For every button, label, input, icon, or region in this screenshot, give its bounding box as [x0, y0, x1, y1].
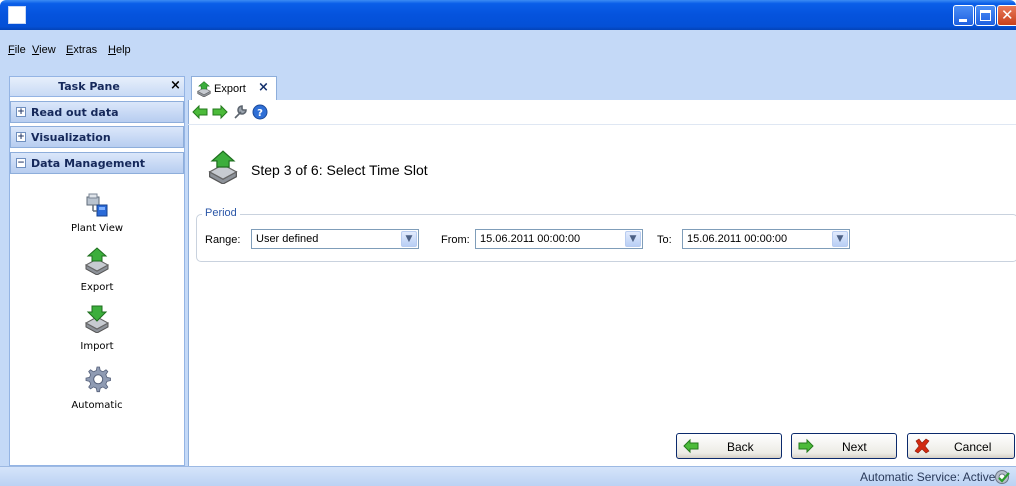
menu-view[interactable]: View — [32, 44, 56, 56]
tab-export[interactable]: Export × — [191, 76, 277, 100]
collapse-icon: − — [16, 158, 26, 168]
next-button[interactable]: Next — [791, 433, 897, 459]
export-icon — [208, 150, 238, 184]
gear-icon — [85, 366, 111, 393]
section-read-out-data[interactable]: + Read out data — [10, 101, 184, 123]
close-window-button[interactable]: ✕ — [997, 5, 1016, 26]
nav-item-import[interactable]: Import — [10, 305, 184, 352]
task-pane-title: Task Pane — [58, 80, 120, 93]
menu-bar: File View Extras Help — [0, 30, 1016, 72]
task-pane-header: Task Pane × — [10, 77, 184, 97]
to-value: 15.06.2011 00:00:00 — [687, 233, 788, 245]
section-label: Data Management — [31, 157, 146, 170]
minimize-button[interactable] — [953, 5, 974, 26]
plant-view-icon — [86, 193, 108, 217]
export-wizard-panel — [188, 100, 1016, 466]
range-select[interactable]: User defined ▼ — [251, 229, 419, 249]
chevron-down-icon[interactable]: ▼ — [832, 231, 848, 247]
range-label: Range: — [205, 234, 241, 246]
nav-label: Import — [80, 341, 114, 352]
tab-close-button[interactable]: × — [258, 80, 269, 95]
section-label: Visualization — [31, 131, 111, 144]
nav-label: Plant View — [70, 223, 124, 234]
range-value: User defined — [256, 233, 319, 245]
nav-item-export[interactable]: Export — [10, 247, 184, 293]
section-visualization[interactable]: + Visualization — [10, 126, 184, 148]
cancel-button[interactable]: Cancel — [907, 433, 1015, 459]
help-icon[interactable]: ? — [252, 104, 268, 120]
service-status: Automatic Service: Active — [860, 470, 996, 484]
nav-label: Export — [80, 282, 114, 293]
section-data-management[interactable]: − Data Management — [10, 152, 184, 174]
export-icon — [84, 247, 110, 275]
to-datetime-picker[interactable]: 15.06.2011 00:00:00 ▼ — [682, 229, 850, 249]
close-icon: ✕ — [1001, 6, 1014, 24]
toolbar: ? — [192, 104, 312, 122]
back-button-label: Back — [727, 440, 754, 454]
menu-extras[interactable]: Extras — [66, 44, 97, 56]
export-icon — [197, 81, 211, 97]
task-pane-close-button[interactable]: × — [170, 78, 181, 93]
import-icon — [84, 305, 110, 333]
menu-help[interactable]: Help — [108, 44, 131, 56]
back-arrow-icon — [683, 438, 699, 454]
expand-icon: + — [16, 107, 26, 117]
section-label: Read out data — [31, 106, 119, 119]
menu-file[interactable]: File — [8, 44, 26, 56]
task-pane: Task Pane × + Read out data + Visualizat… — [9, 76, 185, 466]
next-button-label: Next — [842, 440, 867, 454]
cancel-x-icon — [914, 438, 930, 454]
from-label: From: — [441, 234, 470, 246]
step-title: Step 3 of 6: Select Time Slot — [251, 162, 428, 178]
chevron-down-icon[interactable]: ▼ — [625, 231, 641, 247]
chevron-down-icon[interactable]: ▼ — [401, 231, 417, 247]
back-button[interactable]: Back — [676, 433, 782, 459]
toolbar-divider — [188, 124, 1016, 125]
from-datetime-picker[interactable]: 15.06.2011 00:00:00 ▼ — [475, 229, 643, 249]
forward-arrow-icon — [798, 438, 814, 454]
to-label: To: — [657, 234, 672, 246]
svg-text:?: ? — [257, 108, 263, 119]
nav-label: Automatic — [71, 400, 123, 411]
back-arrow-icon[interactable] — [192, 104, 208, 120]
maximize-icon — [980, 10, 991, 21]
status-bar: Automatic Service: Active — [0, 466, 1016, 486]
tab-strip — [188, 74, 1016, 98]
period-group-label: Period — [202, 207, 240, 219]
app-icon — [8, 6, 26, 24]
nav-item-automatic[interactable]: Automatic — [10, 365, 184, 411]
tab-label: Export — [214, 83, 246, 95]
nav-item-plant-view[interactable]: Plant View — [10, 191, 184, 234]
service-active-icon — [995, 470, 1010, 484]
expand-icon: + — [16, 132, 26, 142]
maximize-button[interactable] — [975, 5, 996, 26]
title-bar: ✕ — [0, 0, 1016, 30]
minimize-icon — [959, 19, 967, 22]
wrench-icon[interactable] — [232, 104, 248, 120]
from-value: 15.06.2011 00:00:00 — [480, 233, 581, 245]
forward-arrow-icon[interactable] — [212, 104, 228, 120]
cancel-button-label: Cancel — [954, 440, 992, 454]
